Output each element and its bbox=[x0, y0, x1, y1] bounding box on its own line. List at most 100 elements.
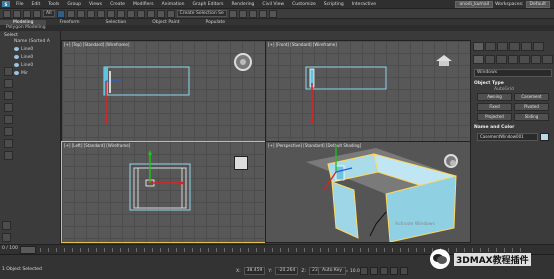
align-icon[interactable] bbox=[166, 9, 175, 18]
play-icon[interactable] bbox=[380, 267, 388, 275]
viewport-left[interactable]: [+] [Left] [Standard] [Wireframe] bbox=[61, 141, 266, 243]
viewport-front[interactable]: [+] [Front] [Standard] [Wireframe] bbox=[265, 40, 471, 142]
viewport-perspective[interactable]: [+] [Perspective] [Standard] [Default Sh… bbox=[265, 141, 471, 243]
helper-icon[interactable] bbox=[4, 139, 13, 148]
hierarchy-tab-icon[interactable] bbox=[497, 42, 508, 51]
tab-object-paint[interactable]: Object Paint bbox=[139, 20, 192, 25]
layer-explorer-icon[interactable] bbox=[2, 221, 11, 230]
user-account[interactable]: anodi_kumail bbox=[455, 0, 494, 8]
menu-civil-view[interactable]: Civil View bbox=[258, 2, 288, 7]
tab-modeling[interactable]: Modeling bbox=[0, 19, 47, 25]
sliding-button[interactable]: Sliding bbox=[514, 113, 549, 121]
display-tab-icon[interactable] bbox=[521, 42, 532, 51]
select-by-name-icon[interactable] bbox=[66, 9, 75, 18]
menu-views[interactable]: Views bbox=[85, 2, 106, 7]
viewport-top[interactable]: [+] [Top] [Standard] [Wireframe] bbox=[61, 40, 266, 142]
menu-create[interactable]: Create bbox=[106, 2, 129, 7]
tab-populate[interactable]: Populate bbox=[193, 20, 239, 25]
light-icon[interactable] bbox=[4, 115, 13, 124]
object-name-field[interactable]: CasementWindow001 bbox=[477, 133, 538, 141]
tab-selection[interactable]: Selection bbox=[93, 20, 140, 25]
angle-snap-icon[interactable] bbox=[136, 9, 145, 18]
create-tab-icon[interactable] bbox=[473, 42, 484, 51]
modify-tab-icon[interactable] bbox=[485, 42, 496, 51]
render-icon[interactable] bbox=[268, 9, 277, 18]
cameras-category-icon[interactable] bbox=[507, 55, 519, 64]
eye-icon[interactable] bbox=[14, 47, 19, 51]
list-item[interactable]: Mir bbox=[14, 69, 59, 77]
eye-icon[interactable] bbox=[14, 71, 19, 75]
list-item[interactable]: Line0 bbox=[14, 53, 59, 61]
menu-modifiers[interactable]: Modifiers bbox=[129, 2, 158, 7]
camera-icon[interactable] bbox=[4, 127, 13, 136]
menu-rendering[interactable]: Rendering bbox=[227, 2, 258, 7]
workspace-select[interactable]: Default bbox=[525, 0, 550, 8]
shapes-category-icon[interactable] bbox=[484, 55, 496, 64]
shape-icon[interactable] bbox=[4, 103, 13, 112]
list-item[interactable]: Line0 bbox=[14, 45, 59, 53]
timeline-track[interactable] bbox=[40, 248, 524, 252]
go-to-end-icon[interactable] bbox=[400, 267, 408, 275]
motion-tab-icon[interactable] bbox=[509, 42, 520, 51]
menu-animation[interactable]: Animation bbox=[158, 2, 189, 7]
geometry-icon[interactable] bbox=[4, 91, 13, 100]
viewcube-icon[interactable] bbox=[234, 156, 248, 170]
menu-graph-editors[interactable]: Graph Editors bbox=[189, 2, 228, 7]
name-color-header[interactable]: Name and Color bbox=[474, 124, 552, 131]
spacewarp-icon[interactable] bbox=[4, 151, 13, 160]
sort-header[interactable]: Name (Sorted A bbox=[14, 37, 59, 45]
systems-category-icon[interactable] bbox=[542, 55, 554, 64]
tab-freeform[interactable]: Freeform bbox=[46, 20, 92, 25]
geometry-category-icon[interactable] bbox=[473, 55, 484, 64]
app-logo[interactable]: S bbox=[2, 1, 10, 7]
helpers-category-icon[interactable] bbox=[519, 55, 530, 64]
go-to-start-icon[interactable] bbox=[360, 267, 368, 275]
select-region-icon[interactable] bbox=[76, 9, 85, 18]
selection-filter[interactable]: All bbox=[43, 10, 55, 17]
menu-file[interactable]: File bbox=[12, 2, 28, 7]
object-category-dropdown[interactable]: Windows bbox=[474, 69, 552, 77]
filter-icon[interactable] bbox=[4, 67, 13, 76]
layer-icon[interactable] bbox=[228, 9, 237, 18]
menu-tools[interactable]: Tools bbox=[44, 2, 63, 7]
object-type-header[interactable]: Object Type bbox=[474, 80, 552, 87]
x-coordinate[interactable]: 38.459 bbox=[243, 267, 266, 275]
snap-icon[interactable] bbox=[126, 9, 135, 18]
auto-key-button[interactable]: Auto Key bbox=[318, 267, 347, 275]
awning-button[interactable]: Awning bbox=[477, 93, 512, 101]
curve-editor-icon[interactable] bbox=[238, 9, 247, 18]
pivoted-button[interactable]: Pivoted bbox=[514, 103, 549, 111]
scale-icon[interactable] bbox=[106, 9, 115, 18]
viewcube-icon[interactable] bbox=[234, 53, 252, 71]
time-slider[interactable] bbox=[20, 246, 36, 254]
ribbon-panel-title[interactable]: Polygon Modeling bbox=[0, 25, 554, 31]
menu-group[interactable]: Group bbox=[63, 2, 85, 7]
home-icon[interactable] bbox=[436, 55, 452, 67]
eye-icon[interactable] bbox=[14, 63, 19, 67]
spacewarps-category-icon[interactable] bbox=[530, 55, 542, 64]
projected-button[interactable]: Projected bbox=[477, 113, 512, 121]
link-icon[interactable] bbox=[23, 9, 31, 18]
eye-icon[interactable] bbox=[14, 55, 19, 59]
percent-snap-icon[interactable] bbox=[146, 9, 155, 18]
casement-button[interactable]: Casement bbox=[514, 93, 549, 101]
select-object-icon[interactable] bbox=[56, 9, 65, 18]
redo-icon[interactable] bbox=[13, 9, 21, 18]
fixed-button[interactable]: Fixed bbox=[477, 103, 512, 111]
menu-interactive[interactable]: Interactive bbox=[348, 2, 380, 7]
render-setup-icon[interactable] bbox=[258, 9, 267, 18]
sort-icon[interactable] bbox=[2, 233, 11, 242]
mirror-icon[interactable] bbox=[156, 9, 165, 18]
display-icon[interactable] bbox=[4, 79, 13, 88]
y-coordinate[interactable]: -20.264 bbox=[275, 267, 299, 275]
list-item[interactable]: Line0 bbox=[14, 61, 59, 69]
material-editor-icon[interactable] bbox=[248, 9, 257, 18]
object-color-swatch[interactable] bbox=[540, 133, 549, 141]
previous-frame-icon[interactable] bbox=[370, 267, 378, 275]
selection-set-field[interactable]: Create Selection Se bbox=[176, 10, 227, 17]
menu-customize[interactable]: Customize bbox=[288, 2, 320, 7]
rotate-icon[interactable] bbox=[96, 9, 105, 18]
viewcube-icon[interactable] bbox=[444, 154, 458, 168]
menu-scripting[interactable]: Scripting bbox=[320, 2, 348, 7]
move-icon[interactable] bbox=[86, 9, 95, 18]
